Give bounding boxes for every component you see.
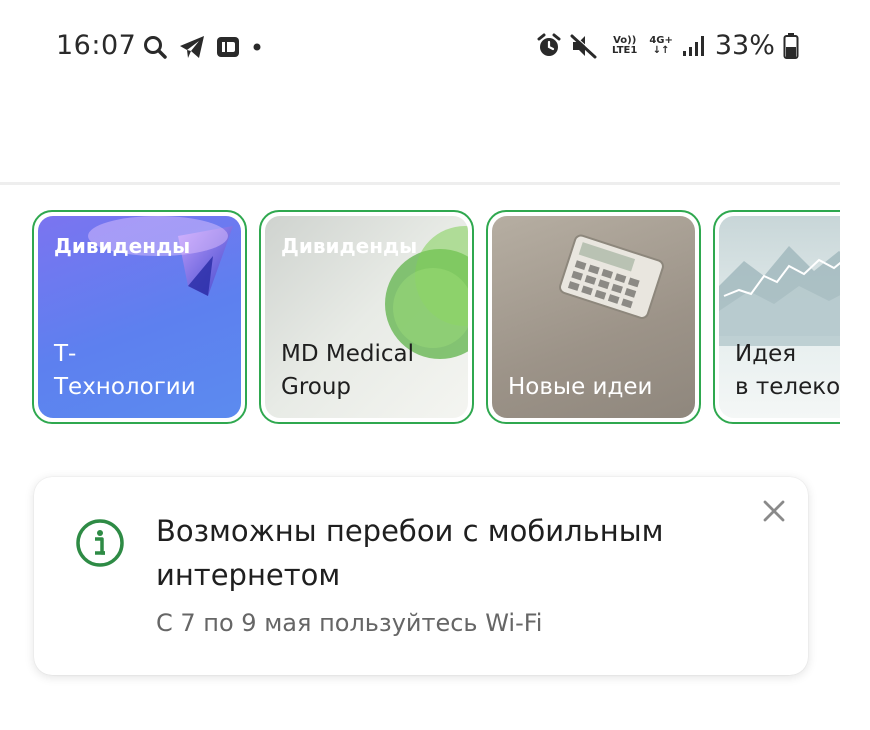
story-tag: Дивиденды xyxy=(281,234,418,258)
story-image: Новые идеи xyxy=(492,216,695,418)
story-title: Т- Технологии xyxy=(54,341,196,400)
screen: 16:07 Vo)) LTE1 4G+ ↓↑ 33% Дивиденды Т- … xyxy=(0,0,870,730)
notice-title: Возможны перебои с мобильным интернетом xyxy=(156,514,664,592)
story-card-md-medical-group[interactable]: Дивиденды MD Medical Group xyxy=(259,210,474,424)
header-divider xyxy=(0,182,840,185)
volte-bottom-label: LTE1 xyxy=(612,44,638,56)
battery-percent: 33% xyxy=(714,30,775,61)
story-title: Идея в телеко xyxy=(735,341,840,400)
dot-icon xyxy=(253,43,261,51)
story-card-t-technologies[interactable]: Дивиденды Т- Технологии xyxy=(32,210,247,424)
close-icon[interactable] xyxy=(760,497,788,525)
status-time: 16:07 xyxy=(56,30,137,61)
story-title: Новые идеи xyxy=(508,374,653,400)
battery-icon xyxy=(783,32,799,59)
stories-carousel[interactable]: Дивиденды Т- Технологии Дивиденды MD Med… xyxy=(32,210,840,428)
cast-icon xyxy=(217,37,239,57)
volte-top-label: Vo)) xyxy=(613,34,637,46)
volte-icon: Vo)) LTE1 xyxy=(612,34,638,56)
story-title: MD Medical Group xyxy=(281,341,414,400)
story-image: Дивиденды Т- Технологии xyxy=(38,216,241,418)
mute-icon xyxy=(570,34,598,58)
network-type-label: 4G+ xyxy=(649,34,673,46)
story-tag: Дивиденды xyxy=(54,234,191,258)
alarm-icon xyxy=(537,33,561,56)
story-image: Идея в телеко xyxy=(719,216,840,418)
telegram-icon xyxy=(180,36,204,58)
story-card-telecom-idea[interactable]: Идея в телеко xyxy=(713,210,840,424)
signal-icon xyxy=(682,35,704,56)
info-icon xyxy=(76,519,124,567)
search-icon xyxy=(144,36,167,59)
status-left-icons xyxy=(142,34,264,60)
status-bar: 16:07 Vo)) LTE1 4G+ ↓↑ 33% xyxy=(0,24,870,72)
story-card-new-ideas[interactable]: Новые идеи xyxy=(486,210,701,424)
notice-subtitle: С 7 по 9 мая пользуйтесь Wi-Fi xyxy=(156,609,543,637)
network-4g-icon: 4G+ ↓↑ xyxy=(649,34,673,56)
status-right-icons: Vo)) LTE1 4G+ ↓↑ 33% xyxy=(536,30,799,61)
connectivity-notice-card[interactable]: Возможны перебои с мобильным интернетом … xyxy=(34,477,808,675)
network-activity-label: ↓↑ xyxy=(652,44,670,56)
story-image: Дивиденды MD Medical Group xyxy=(265,216,468,418)
